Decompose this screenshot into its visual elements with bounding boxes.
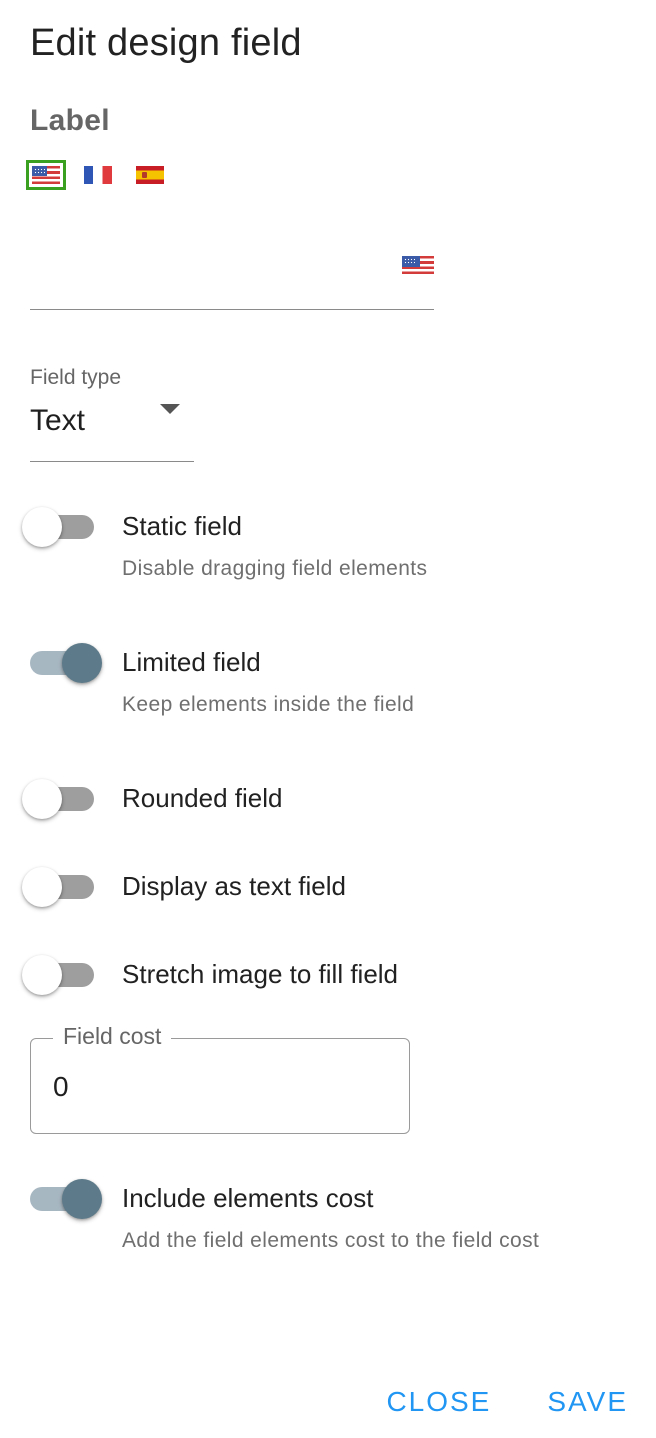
language-en-button[interactable]	[26, 160, 66, 190]
dialog-title: Edit design field	[30, 22, 302, 64]
switch-thumb	[22, 507, 62, 547]
france-flag-icon	[84, 166, 112, 184]
field-cost-label: Field cost	[53, 1023, 172, 1050]
static-field-switch[interactable]	[22, 505, 102, 549]
language-selector	[26, 160, 182, 190]
field-type-select[interactable]: Field type Text	[30, 366, 194, 462]
label-heading: Label	[30, 104, 110, 137]
static-field-label: Static field	[122, 511, 242, 541]
spain-flag-icon	[136, 166, 164, 184]
dialog-actions: CLOSE SAVE	[336, 1382, 634, 1422]
dropdown-arrow-icon	[160, 404, 180, 414]
switch-thumb	[62, 643, 102, 683]
stretch-image-label: Stretch image to fill field	[122, 959, 399, 989]
display-as-text-switch[interactable]	[22, 865, 102, 909]
limited-field-help: Keep elements inside the field	[122, 693, 415, 716]
include-elements-cost-label: Include elements cost	[122, 1183, 374, 1213]
rounded-field-switch[interactable]	[22, 777, 102, 821]
limited-field-switch[interactable]	[22, 641, 102, 685]
display-as-text-label: Display as text field	[122, 871, 346, 901]
close-button[interactable]: CLOSE	[380, 1382, 497, 1422]
switch-thumb	[62, 1179, 102, 1219]
limited-field-label: Limited field	[122, 647, 261, 677]
rounded-field-label: Rounded field	[122, 783, 283, 813]
switch-thumb	[22, 779, 62, 819]
label-input[interactable]	[30, 250, 390, 290]
switch-thumb	[22, 867, 62, 907]
field-cost-textfield: Field cost	[30, 1023, 410, 1134]
include-elements-cost-switch[interactable]	[22, 1177, 102, 1221]
language-fr-button[interactable]	[78, 160, 118, 190]
switch-thumb	[22, 955, 62, 995]
language-es-button[interactable]	[130, 160, 170, 190]
field-type-label: Field type	[30, 366, 122, 389]
include-elements-cost-help: Add the field elements cost to the field…	[122, 1229, 540, 1252]
field-cost-input[interactable]	[53, 1067, 383, 1107]
us-flag-icon	[32, 166, 60, 184]
save-button[interactable]: SAVE	[541, 1382, 634, 1422]
label-text-field	[30, 240, 434, 310]
stretch-image-switch[interactable]	[22, 953, 102, 997]
field-type-value: Text	[30, 404, 86, 437]
us-flag-icon	[402, 256, 434, 276]
static-field-help: Disable dragging field elements	[122, 557, 428, 580]
